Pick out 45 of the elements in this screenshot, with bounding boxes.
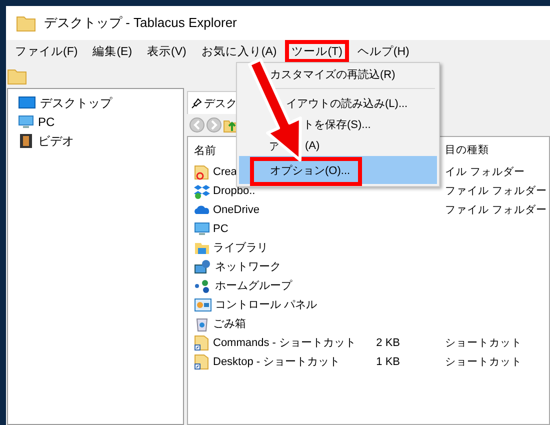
shortcut-icon	[194, 334, 210, 350]
trash-icon	[194, 316, 210, 332]
file-name[interactable]: Desktop - ショートカット	[213, 354, 340, 369]
file-type: ショートカット	[444, 336, 523, 350]
file-name[interactable]: PC	[213, 222, 228, 234]
tree-item[interactable]: ビデオ	[38, 132, 74, 150]
window-title: デスクトップ - Tablacus Explorer	[44, 14, 237, 32]
file-name[interactable]: コントロール パネル	[215, 297, 318, 312]
back-icon[interactable]	[189, 117, 205, 133]
file-size: 1 KB	[375, 356, 400, 368]
tab-label: デスク	[204, 96, 237, 110]
menu-bar-item[interactable]: ファイル(F)	[8, 40, 85, 63]
file-name[interactable]: OneDrive	[213, 204, 260, 216]
file-type: ファイル フォルダー	[444, 184, 548, 198]
pc-icon	[194, 220, 210, 236]
cc-folder-icon	[194, 164, 210, 180]
tree-item[interactable]: PC	[38, 115, 55, 129]
desktop-icon	[18, 95, 36, 111]
homegroup-icon	[194, 278, 212, 294]
file-name[interactable]: ホームグループ	[215, 278, 292, 293]
menu-item[interactable]: トを保存(S)...	[239, 112, 437, 136]
dropbox-icon	[194, 182, 210, 198]
pin-icon	[191, 98, 202, 108]
file-type: ショートカット	[444, 354, 523, 368]
forward-icon[interactable]	[206, 117, 222, 133]
file-name[interactable]: Commands - ショートカット	[213, 335, 356, 350]
file-type: ファイル フォルダー	[444, 202, 548, 216]
file-name[interactable]: ライブラリ	[213, 240, 268, 255]
menu-bar-item[interactable]: ヘルプ(H)	[350, 40, 416, 63]
video-icon	[18, 133, 34, 149]
pc-icon	[18, 114, 34, 130]
menu-bar-item[interactable]: 表示(V)	[140, 40, 194, 63]
file-type: イル フォルダー	[444, 164, 526, 178]
file-size: 2 KB	[375, 336, 400, 348]
menu-bar-item[interactable]: お気に入り(A)	[194, 40, 284, 63]
file-name[interactable]: Dropbo..	[213, 184, 256, 196]
menu-bar-item[interactable]: 編集(E)	[86, 40, 140, 63]
shortcut-icon	[194, 354, 210, 370]
control-panel-icon	[194, 296, 212, 312]
menu-item-text: (A)	[305, 140, 320, 152]
file-name[interactable]: Crea	[213, 166, 237, 178]
network-icon	[194, 258, 212, 274]
file-name[interactable]: ネットワーク	[215, 259, 281, 274]
file-name[interactable]: ごみ箱	[213, 316, 246, 331]
tree-item[interactable]: デスクトップ	[40, 94, 112, 112]
